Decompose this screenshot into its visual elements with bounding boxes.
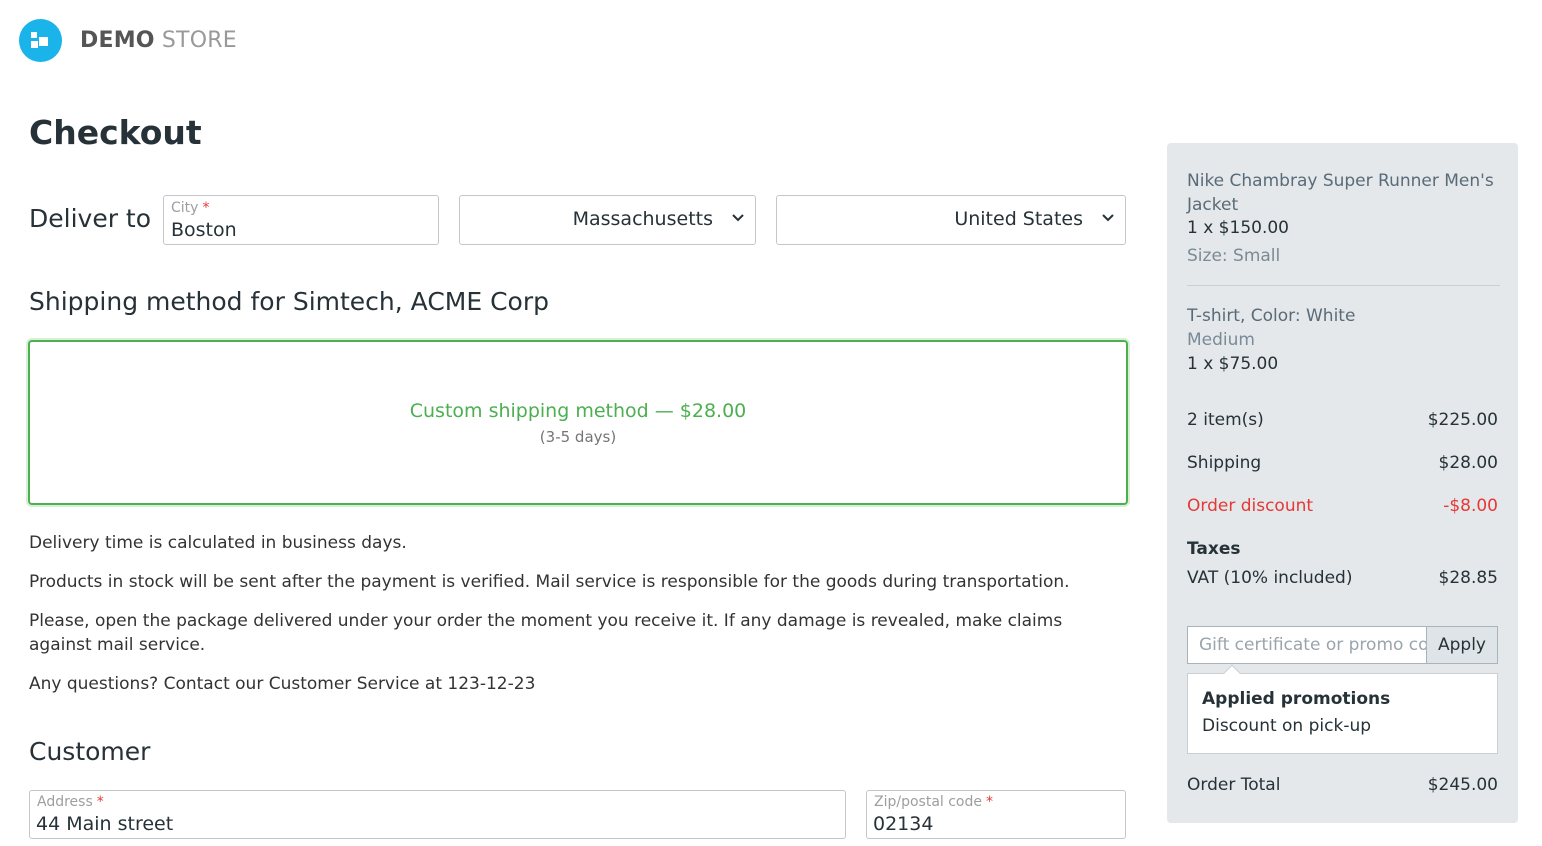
state-select[interactable]: Massachusetts (459, 195, 756, 245)
logo-icon (19, 19, 62, 62)
vat-row: VAT (10% included) $28.85 (1187, 568, 1498, 588)
cart-item-name[interactable]: Nike Chambray Super Runner Men's Jacket (1187, 169, 1507, 217)
popover-arrow (1223, 664, 1241, 682)
city-value: Boston (171, 219, 237, 241)
shipping-label: Shipping (1187, 453, 1262, 473)
promo-code-form: Gift certificate or promo code Apply (1187, 626, 1498, 664)
shipping-method-option[interactable]: Custom shipping method — $28.00 (3-5 day… (28, 340, 1128, 505)
discount-value: -$8.00 (1443, 496, 1498, 516)
vat-value: $28.85 (1438, 568, 1498, 588)
subtotal-row: 2 item(s) $225.00 (1187, 410, 1498, 430)
divider (1187, 285, 1500, 286)
store-logo[interactable]: DEMO STORE (19, 19, 237, 62)
customer-title: Customer (29, 737, 151, 766)
discount-row: Order discount -$8.00 (1187, 496, 1498, 516)
order-total-value: $245.00 (1427, 775, 1498, 795)
zip-field[interactable]: Zip/postal code * 02134 (866, 790, 1126, 839)
cart-item-option: Size: Small (1187, 246, 1281, 266)
zip-value: 02134 (873, 813, 934, 835)
shipping-method-name: Custom shipping method — $28.00 (409, 400, 747, 422)
info-line: Products in stock will be sent after the… (29, 572, 1070, 592)
page-title: Checkout (29, 113, 202, 152)
info-line: Delivery time is calculated in business … (29, 533, 407, 553)
applied-promotion-item: Discount on pick-up (1202, 716, 1372, 736)
promo-code-input[interactable]: Gift certificate or promo code (1187, 626, 1426, 664)
shipping-method-title: Shipping method for Simtech, ACME Corp (29, 287, 549, 316)
state-value: Massachusetts (572, 208, 713, 230)
vat-label: VAT (10% included) (1187, 568, 1353, 588)
shipping-method-days: (3-5 days) (539, 428, 617, 446)
chevron-down-icon (732, 214, 744, 222)
info-line: Please, open the package delivered under… (29, 611, 1063, 655)
order-total-row: Order Total $245.00 (1187, 775, 1498, 795)
info-line: Any questions? Contact our Customer Serv… (29, 674, 536, 694)
order-total-label: Order Total (1187, 775, 1281, 795)
cart-item-qty: 1 x $150.00 (1187, 218, 1289, 238)
cart-item-name[interactable]: T-shirt, Color: White (1187, 304, 1507, 328)
shipping-row: Shipping $28.00 (1187, 453, 1498, 473)
zip-label: Zip/postal code * (874, 794, 994, 810)
deliver-to-label: Deliver to (29, 204, 152, 233)
city-label: City * (171, 200, 210, 216)
apply-button[interactable]: Apply (1426, 626, 1498, 664)
subtotal-label: 2 item(s) (1187, 410, 1264, 430)
address-field[interactable]: Address * 44 Main street (29, 790, 846, 839)
address-label: Address * (37, 794, 104, 810)
address-value: 44 Main street (36, 813, 174, 835)
chevron-down-icon (1102, 214, 1114, 222)
cart-item-option: Medium (1187, 330, 1255, 350)
country-value: United States (954, 208, 1083, 230)
taxes-title: Taxes (1187, 539, 1241, 559)
country-select[interactable]: United States (776, 195, 1126, 245)
applied-promotions-title: Applied promotions (1202, 689, 1391, 709)
logo-text: DEMO STORE (80, 28, 237, 53)
discount-label: Order discount (1187, 496, 1314, 516)
shipping-value: $28.00 (1438, 453, 1498, 473)
subtotal-value: $225.00 (1427, 410, 1498, 430)
cart-item-qty: 1 x $75.00 (1187, 354, 1279, 374)
city-field[interactable]: City * Boston (163, 195, 439, 245)
order-summary: Nike Chambray Super Runner Men's Jacket … (1167, 143, 1518, 823)
applied-promotions: Applied promotions Discount on pick-up (1187, 664, 1498, 754)
